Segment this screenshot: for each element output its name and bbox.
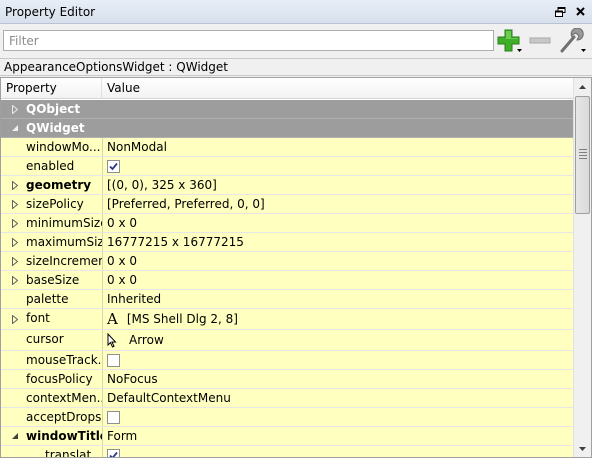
minus-icon[interactable] — [528, 28, 552, 54]
property-row[interactable]: font A [MS Shell Dlg 2, 8] — [1, 309, 573, 330]
property-value[interactable]: Form — [103, 427, 137, 445]
property-value[interactable]: NonModal — [103, 138, 167, 156]
tree-header: Property Value — [1, 78, 573, 99]
property-row[interactable]: maximumSize 16777215 x 16777215 — [1, 233, 573, 252]
mouse-tracking-checkbox[interactable] — [107, 353, 120, 367]
property-value[interactable]: Inherited — [103, 290, 161, 308]
expand-arrow-icon[interactable] — [10, 255, 20, 267]
property-row[interactable]: windowTitle Form — [1, 427, 573, 446]
header-property[interactable]: Property — [1, 78, 102, 99]
header-value[interactable]: Value — [102, 78, 140, 99]
plus-icon[interactable] — [497, 28, 523, 54]
group-qwidget[interactable]: QWidget — [1, 119, 573, 138]
float-icon[interactable] — [552, 4, 568, 20]
expand-arrow-icon[interactable] — [10, 217, 20, 229]
property-name: contextMen... — [1, 389, 103, 407]
property-name: translat... — [1, 446, 103, 457]
accept-drops-checkbox[interactable] — [107, 410, 120, 424]
property-name: windowMo... — [1, 138, 103, 156]
property-row[interactable]: minimumSize 0 x 0 — [1, 214, 573, 233]
property-row[interactable]: contextMen... DefaultContextMenu — [1, 389, 573, 408]
property-value[interactable]: 0 x 0 — [103, 252, 137, 270]
property-row[interactable]: focusPolicy NoFocus — [1, 370, 573, 389]
cursor-value: Arrow — [129, 333, 164, 347]
property-name: focusPolicy — [1, 370, 103, 388]
expand-arrow-icon[interactable] — [10, 198, 20, 210]
property-row[interactable]: cursor Arrow — [1, 330, 573, 351]
expand-arrow-icon[interactable] — [10, 274, 20, 286]
filter-input[interactable] — [3, 30, 494, 51]
property-row[interactable]: mouseTrack... — [1, 351, 573, 370]
expand-arrow-icon[interactable] — [10, 103, 20, 115]
collapse-arrow-icon[interactable] — [10, 430, 20, 442]
scroll-down-icon[interactable] — [574, 440, 591, 457]
enabled-checkbox[interactable] — [107, 159, 120, 173]
class-label: AppearanceOptionsWidget : QWidget — [0, 58, 592, 76]
property-name: cursor — [1, 330, 103, 350]
property-row[interactable]: sizeIncrement 0 x 0 — [1, 252, 573, 271]
vertical-scrollbar[interactable] — [573, 78, 591, 457]
translatable-checkbox[interactable] — [107, 448, 120, 457]
property-row[interactable]: enabled — [1, 157, 573, 176]
property-name: palette — [1, 290, 103, 308]
property-value[interactable]: Arrow — [103, 330, 164, 350]
property-row[interactable]: windowMo... NonModal — [1, 138, 573, 157]
title-bar: Property Editor — [0, 0, 592, 24]
property-value[interactable]: A [MS Shell Dlg 2, 8] — [103, 309, 238, 329]
property-row[interactable]: sizePolicy [Preferred, Preferred, 0, 0] — [1, 195, 573, 214]
group-qobject[interactable]: QObject — [1, 100, 573, 119]
property-value[interactable]: DefaultContextMenu — [103, 389, 231, 407]
cursor-arrow-icon — [107, 332, 117, 348]
font-icon: A — [107, 310, 118, 328]
close-icon[interactable] — [572, 4, 588, 20]
property-tree[interactable]: Property Value QObject QWidget windowMo.… — [0, 77, 592, 458]
property-value[interactable]: [Preferred, Preferred, 0, 0] — [103, 195, 265, 213]
expand-arrow-icon[interactable] — [10, 179, 20, 191]
property-row[interactable]: translat... — [1, 446, 573, 457]
property-row[interactable]: baseSize 0 x 0 — [1, 271, 573, 290]
window-title: Property Editor — [5, 4, 96, 19]
property-value[interactable]: 0 x 0 — [103, 214, 137, 232]
property-row[interactable]: acceptDrops — [1, 408, 573, 427]
grip-icon — [579, 149, 587, 161]
property-value[interactable]: 0 x 0 — [103, 271, 137, 289]
property-name: acceptDrops — [1, 408, 103, 426]
expand-arrow-icon[interactable] — [10, 236, 20, 248]
scroll-up-icon[interactable] — [574, 78, 591, 95]
expand-arrow-icon[interactable] — [10, 313, 20, 325]
property-value[interactable]: 16777215 x 16777215 — [103, 233, 244, 251]
property-name: enabled — [1, 157, 103, 175]
property-value[interactable]: [(0, 0), 325 x 360] — [103, 176, 217, 194]
collapse-arrow-icon[interactable] — [10, 122, 20, 134]
scrollbar-thumb[interactable] — [575, 96, 590, 214]
font-value: [MS Shell Dlg 2, 8] — [126, 312, 238, 326]
property-row[interactable]: palette Inherited — [1, 290, 573, 309]
toolbar — [0, 25, 592, 58]
property-row[interactable]: geometry [(0, 0), 325 x 360] — [1, 176, 573, 195]
wrench-icon[interactable] — [557, 27, 587, 54]
property-name: mouseTrack... — [1, 351, 103, 369]
property-value[interactable]: NoFocus — [103, 370, 158, 388]
